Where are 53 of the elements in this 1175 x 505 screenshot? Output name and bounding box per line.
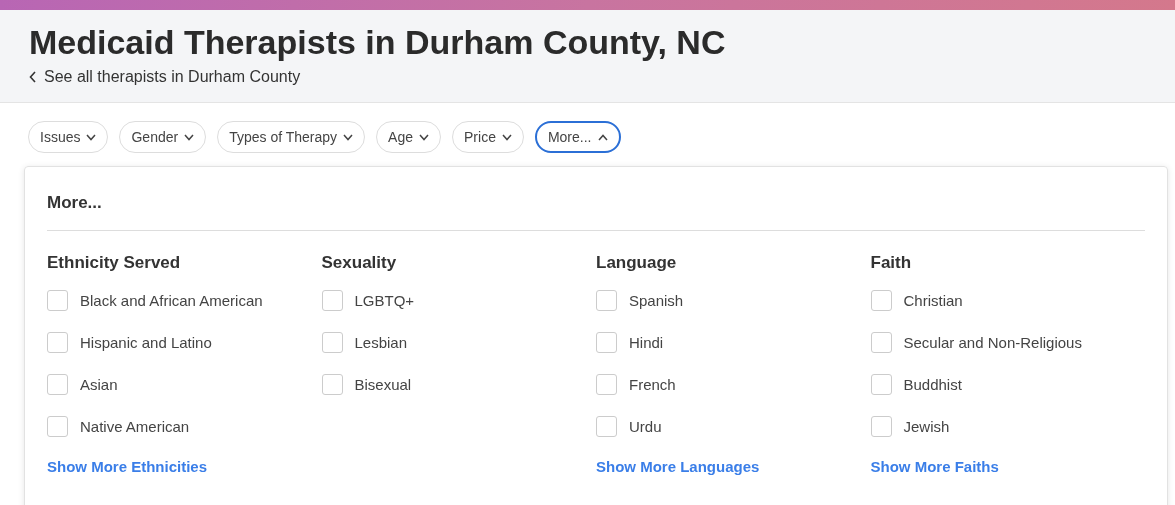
filter-dropdown[interactable]: Price xyxy=(452,121,524,153)
page-title: Medicaid Therapists in Durham County, NC xyxy=(29,22,727,62)
back-chevron-icon xyxy=(29,71,37,83)
checkbox[interactable] xyxy=(870,373,892,395)
checkbox[interactable] xyxy=(870,289,892,311)
checkbox[interactable] xyxy=(596,289,617,311)
chevron-icon xyxy=(343,133,354,141)
option-label: LGBTQ+ xyxy=(354,291,415,309)
option-label: Hindi xyxy=(629,333,664,351)
checkbox[interactable] xyxy=(870,331,892,353)
option-label: French xyxy=(629,375,676,393)
checkbox[interactable] xyxy=(47,415,68,437)
group-heading: Sexuality xyxy=(321,253,398,273)
show-more-link[interactable]: Show More Languages xyxy=(596,458,871,475)
filter-dropdown[interactable]: Issues xyxy=(28,121,109,153)
checkbox[interactable] xyxy=(321,289,343,311)
panel-title: More... xyxy=(47,167,1145,231)
checkbox[interactable] xyxy=(47,289,68,311)
checkbox[interactable] xyxy=(47,331,68,353)
option-label: Christian xyxy=(903,291,963,309)
show-more-link[interactable]: Show More Ethnicities xyxy=(47,458,322,475)
option-label: Asian xyxy=(80,375,118,393)
checkbox[interactable] xyxy=(321,373,343,395)
option-label: Native American xyxy=(80,417,190,435)
option-label: Secular and Non-Religious xyxy=(903,333,1082,351)
option-label: Black and African American xyxy=(80,291,263,309)
option-label: Buddhist xyxy=(903,375,962,393)
chevron-icon xyxy=(86,133,97,141)
checkbox[interactable] xyxy=(596,331,617,353)
back-link[interactable]: See all therapists in Durham County xyxy=(29,68,301,86)
option-label: Hispanic and Latino xyxy=(80,333,212,351)
checkbox[interactable] xyxy=(596,373,617,395)
option-label: Spanish xyxy=(629,291,684,309)
chevron-icon xyxy=(184,133,195,141)
checkbox[interactable] xyxy=(47,373,68,395)
group-heading: Ethnicity Served xyxy=(47,253,182,273)
checkbox[interactable] xyxy=(870,415,892,437)
checkbox[interactable] xyxy=(321,331,343,353)
group-heading: Faith xyxy=(870,253,913,273)
option-label: Jewish xyxy=(903,417,950,435)
chevron-icon xyxy=(501,133,512,141)
show-more-link[interactable]: Show More Faiths xyxy=(870,458,1145,475)
filter-dropdown[interactable]: Types of Therapy xyxy=(217,121,366,153)
chevron-icon xyxy=(597,133,608,141)
filter-dropdown[interactable]: More... xyxy=(534,121,621,153)
filter-dropdown[interactable]: Gender xyxy=(119,121,207,153)
option-label: Bisexual xyxy=(354,375,412,393)
checkbox[interactable] xyxy=(596,415,617,437)
option-label: Urdu xyxy=(629,417,662,435)
filter-dropdown[interactable]: Age xyxy=(376,121,441,153)
option-label: Lesbian xyxy=(354,333,408,351)
chevron-icon xyxy=(419,133,429,141)
group-heading: Language xyxy=(596,253,678,273)
